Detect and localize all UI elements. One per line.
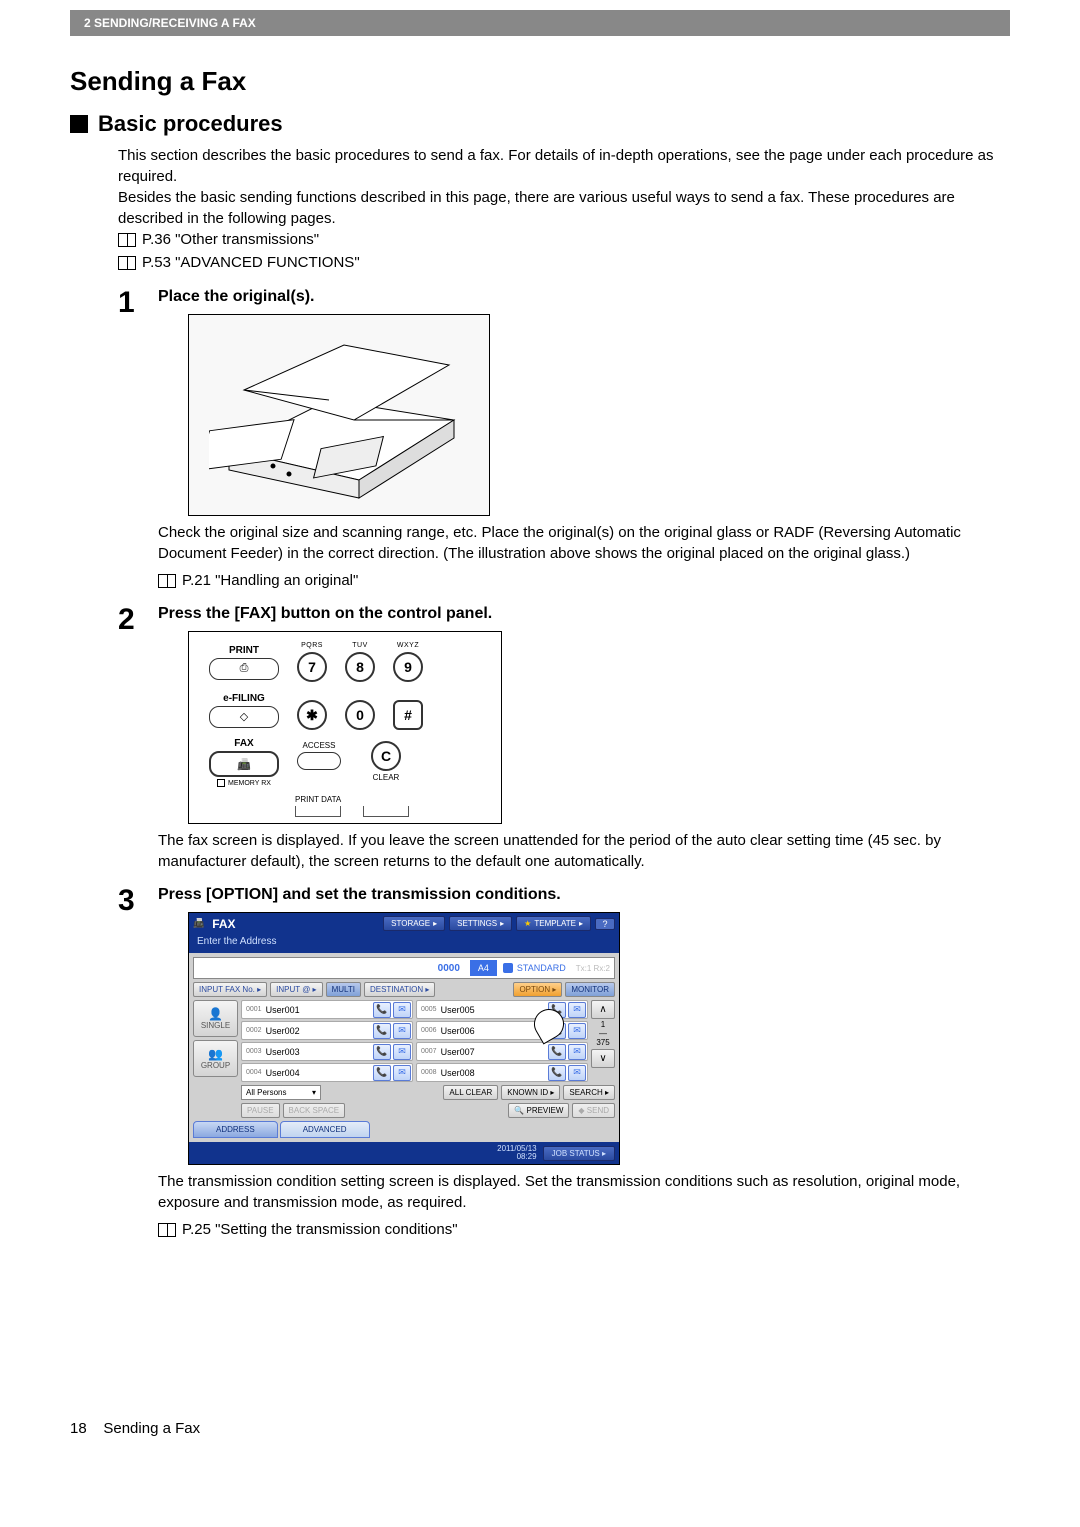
storage-button[interactable]: STORAGE▸	[383, 916, 445, 931]
key-0[interactable]: 0	[345, 700, 375, 730]
page-ref-1: P.36 "Other transmissions"	[142, 229, 319, 252]
search-button[interactable]: SEARCH ▸	[563, 1085, 615, 1100]
known-id-button[interactable]: KNOWN ID ▸	[501, 1085, 560, 1100]
step-1-title: Place the original(s).	[158, 288, 1010, 306]
scroll-up-button[interactable]: ∧	[591, 1000, 615, 1019]
efiling-label: e-FILING	[209, 693, 279, 704]
mail-dest-icon[interactable]: ✉	[393, 1002, 411, 1018]
group-tab[interactable]: 👥GROUP	[193, 1040, 238, 1077]
job-status-button[interactable]: JOB STATUS ▸	[543, 1146, 615, 1161]
fax-screen-title: FAX	[208, 917, 379, 931]
datetime-label: 2011/05/13 08:29	[497, 1145, 536, 1161]
intro-paragraph-1: This section describes the basic procedu…	[118, 145, 1010, 187]
fax-touchscreen-illustration: 📠 FAX STORAGE▸ SETTINGS▸ ★TEMPLATE▸ ? En…	[188, 912, 620, 1165]
print-button[interactable]: ⎙	[209, 658, 279, 680]
single-tab[interactable]: 👤SINGLE	[193, 1000, 238, 1037]
control-panel-illustration: PRINT ⎙ PQRS7 TUV8 WXYZ9 e-FILING ◇	[188, 631, 502, 824]
list-item[interactable]: 0008User008📞✉	[416, 1063, 588, 1082]
page-indicator: 1—375	[596, 1021, 609, 1047]
send-button[interactable]: ◆ SEND	[572, 1103, 615, 1118]
print-data-label: PRINT DATA	[295, 795, 489, 804]
option-button[interactable]: OPTION ▸	[513, 982, 562, 997]
list-item[interactable]: 0002User002📞✉	[241, 1021, 413, 1040]
fax-dest-icon[interactable]: 📞	[373, 1002, 391, 1018]
pause-button[interactable]: PAUSE	[241, 1103, 280, 1118]
step-2-text: The fax screen is displayed. If you leav…	[158, 830, 1010, 872]
paper-size-badge: A4	[470, 960, 497, 976]
page-ref-2: P.53 "ADVANCED FUNCTIONS"	[142, 252, 360, 275]
print-label: PRINT	[209, 645, 279, 656]
fax-button[interactable]: 📠	[209, 751, 279, 777]
all-clear-button[interactable]: ALL CLEAR	[443, 1085, 498, 1100]
key-9[interactable]: 9	[393, 652, 423, 682]
input-fax-no-button[interactable]: INPUT FAX No. ▸	[193, 982, 267, 997]
standard-badge: STANDARD	[497, 963, 572, 973]
txrx-label: Tx:1 Rx:2	[572, 964, 614, 973]
page-footer: 18 Sending a Fax	[70, 1420, 1010, 1437]
all-persons-dropdown[interactable]: All Persons▾	[241, 1085, 321, 1100]
square-bullet-icon	[70, 115, 88, 133]
book-icon	[158, 1223, 176, 1237]
help-button[interactable]: ?	[595, 918, 615, 930]
step-number-3: 3	[118, 886, 144, 1240]
scroll-down-button[interactable]: ∨	[591, 1049, 615, 1068]
input-at-button[interactable]: INPUT @ ▸	[270, 982, 322, 997]
fax-label: FAX	[209, 738, 279, 749]
list-item[interactable]: 0001User001📞✉	[241, 1000, 413, 1019]
list-item[interactable]: 0003User003📞✉	[241, 1042, 413, 1061]
list-item[interactable]: 0004User004📞✉	[241, 1063, 413, 1082]
advanced-tab[interactable]: ADVANCED	[280, 1121, 370, 1138]
clear-label: CLEAR	[371, 773, 401, 782]
book-icon	[118, 233, 136, 247]
step-2-title: Press the [FAX] button on the control pa…	[158, 605, 1010, 623]
chapter-text: 2 SENDING/RECEIVING A FAX	[84, 16, 256, 30]
access-label: ACCESS	[297, 741, 341, 750]
address-tab[interactable]: ADDRESS	[193, 1121, 278, 1138]
multi-button[interactable]: MULTI	[326, 982, 361, 997]
page-title: Sending a Fax	[70, 66, 1010, 97]
step-3-ref: P.25 "Setting the transmission condition…	[182, 1219, 458, 1240]
count-display: 0000	[428, 963, 470, 974]
book-icon	[158, 574, 176, 588]
indicator	[363, 806, 409, 817]
step-number-1: 1	[118, 288, 144, 591]
page-number: 18	[70, 1420, 87, 1437]
step-3-text: The transmission condition setting scree…	[158, 1171, 1010, 1213]
step-number-2: 2	[118, 605, 144, 872]
destination-button[interactable]: DESTINATION ▸	[364, 982, 435, 997]
step-1-text: Check the original size and scanning ran…	[158, 522, 1010, 564]
step-3-title: Press [OPTION] and set the transmission …	[158, 886, 1010, 904]
key-8[interactable]: 8	[345, 652, 375, 682]
key-star[interactable]: ✱	[297, 700, 327, 730]
list-item[interactable]: 0007User007📞✉	[416, 1042, 588, 1061]
fax-icon: 📠	[193, 918, 204, 929]
section-title: Basic procedures	[70, 111, 1010, 137]
backspace-button[interactable]: BACK SPACE	[283, 1103, 346, 1118]
monitor-button[interactable]: MONITOR	[565, 982, 615, 997]
key-hash[interactable]: #	[393, 700, 423, 730]
key-clear[interactable]: C	[371, 741, 401, 771]
access-button[interactable]	[297, 752, 341, 770]
section-title-text: Basic procedures	[98, 111, 283, 137]
chapter-header: 2 SENDING/RECEIVING A FAX	[70, 10, 1010, 36]
indicator	[295, 806, 341, 817]
book-icon	[118, 256, 136, 270]
key-7[interactable]: 7	[297, 652, 327, 682]
efiling-button[interactable]: ◇	[209, 706, 279, 728]
enter-address-label: Enter the Address	[189, 934, 619, 953]
step-1-ref: P.21 "Handling an original"	[182, 570, 358, 591]
settings-button[interactable]: SETTINGS▸	[449, 916, 512, 931]
intro-paragraph-2: Besides the basic sending functions desc…	[118, 187, 1010, 229]
preview-button[interactable]: 🔍 PREVIEW	[508, 1103, 569, 1118]
scanner-illustration	[188, 314, 490, 516]
template-button[interactable]: ★TEMPLATE▸	[516, 916, 591, 931]
footer-label: Sending a Fax	[103, 1420, 200, 1437]
